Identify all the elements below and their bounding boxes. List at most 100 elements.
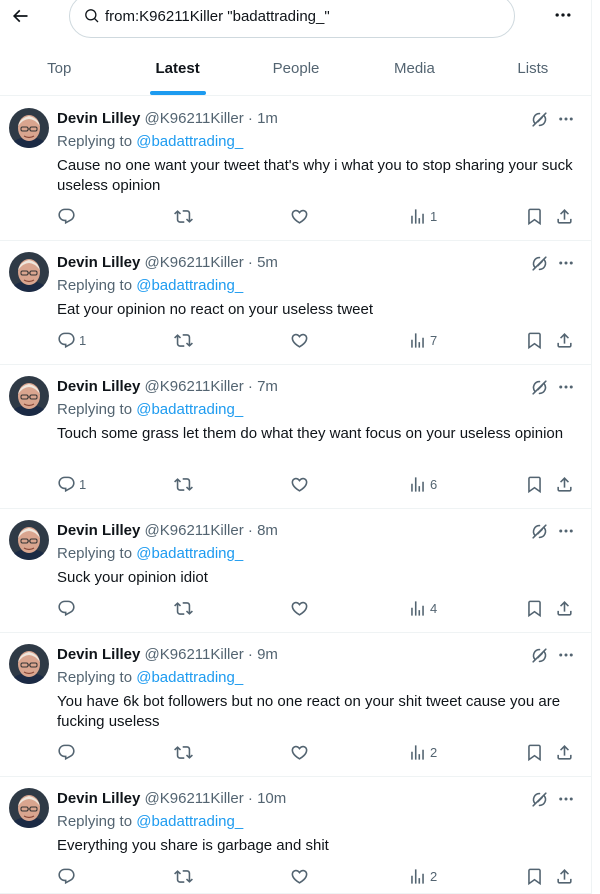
display-name[interactable]: Devin Lilley <box>57 646 140 663</box>
like-button[interactable] <box>290 330 312 350</box>
retweet-button[interactable] <box>174 474 196 494</box>
share-button[interactable] <box>555 206 574 226</box>
tweet-header: Devin Lilley @K96211Killer · 8m <box>57 521 278 541</box>
like-button[interactable] <box>290 206 312 226</box>
grok-button[interactable] <box>529 253 549 273</box>
tab-lists[interactable]: Lists <box>474 40 592 95</box>
grok-button[interactable] <box>529 789 549 809</box>
tweet[interactable]: Devin Lilley @K96211Killer · 5m Replying… <box>0 241 592 365</box>
tab-top[interactable]: Top <box>0 40 118 95</box>
views-button[interactable]: 2 <box>408 742 437 762</box>
display-name[interactable]: Devin Lilley <box>57 254 140 271</box>
user-handle[interactable]: @K96211Killer <box>145 378 244 395</box>
tweet[interactable]: Devin Lilley @K96211Killer · 8m Replying… <box>0 509 592 633</box>
views-button[interactable]: 4 <box>408 598 437 618</box>
avatar[interactable] <box>9 788 49 828</box>
user-handle[interactable]: @K96211Killer <box>145 646 244 663</box>
timestamp[interactable]: 5m <box>257 254 278 271</box>
tweet[interactable]: Devin Lilley @K96211Killer · 9m Replying… <box>0 633 592 777</box>
grok-button[interactable] <box>529 521 549 541</box>
grok-button[interactable] <box>529 377 549 397</box>
avatar[interactable] <box>9 520 49 560</box>
bookmark-button[interactable] <box>525 330 544 350</box>
grok-button[interactable] <box>529 109 549 129</box>
mention-link[interactable]: @badattrading_ <box>136 813 243 830</box>
retweet-button[interactable] <box>174 330 196 350</box>
tweet-more-button[interactable] <box>555 645 577 665</box>
avatar[interactable] <box>9 376 49 416</box>
tweet-text: Touch some grass let them do what they w… <box>57 425 564 442</box>
like-button[interactable] <box>290 474 312 494</box>
timestamp[interactable]: 10m <box>257 790 286 807</box>
share-button[interactable] <box>555 330 574 350</box>
reply-button[interactable]: 1 <box>57 330 86 350</box>
share-button[interactable] <box>555 742 574 762</box>
user-handle[interactable]: @K96211Killer <box>145 790 244 807</box>
like-button[interactable] <box>290 866 312 886</box>
reply-button[interactable] <box>57 206 79 226</box>
avatar[interactable] <box>9 644 49 684</box>
tweet-more-button[interactable] <box>555 377 577 397</box>
avatar[interactable] <box>9 108 49 148</box>
views-button[interactable]: 6 <box>408 474 437 494</box>
mention-link[interactable]: @badattrading_ <box>136 401 243 418</box>
retweet-button[interactable] <box>174 598 196 618</box>
search-input[interactable] <box>105 7 485 25</box>
back-button[interactable] <box>6 2 34 30</box>
timestamp[interactable]: 7m <box>257 378 278 395</box>
bookmark-button[interactable] <box>525 866 544 886</box>
tweet-more-button[interactable] <box>555 109 577 129</box>
reply-button[interactable] <box>57 866 79 886</box>
tweet[interactable]: Devin Lilley @K96211Killer · 7m Replying… <box>0 365 592 509</box>
display-name[interactable]: Devin Lilley <box>57 110 140 127</box>
timestamp[interactable]: 1m <box>257 110 278 127</box>
reply-button[interactable] <box>57 742 79 762</box>
mention-link[interactable]: @badattrading_ <box>136 669 243 686</box>
tweet-more-button[interactable] <box>555 521 577 541</box>
user-handle[interactable]: @K96211Killer <box>145 254 244 271</box>
display-name[interactable]: Devin Lilley <box>57 378 140 395</box>
more-options-button[interactable] <box>548 0 578 30</box>
share-button[interactable] <box>555 598 574 618</box>
grok-button[interactable] <box>529 645 549 665</box>
reply-button[interactable] <box>57 598 79 618</box>
mention-link[interactable]: @badattrading_ <box>136 133 243 150</box>
retweet-button[interactable] <box>174 742 196 762</box>
more-horizontal-icon <box>559 117 573 121</box>
bookmark-button[interactable] <box>525 206 544 226</box>
share-button[interactable] <box>555 866 574 886</box>
like-button[interactable] <box>290 598 312 618</box>
bookmark-button[interactable] <box>525 598 544 618</box>
tab-media[interactable]: Media <box>355 40 473 95</box>
display-name[interactable]: Devin Lilley <box>57 522 140 539</box>
avatar[interactable] <box>9 252 49 292</box>
views-button[interactable]: 7 <box>408 330 437 350</box>
like-button[interactable] <box>290 742 312 762</box>
retweet-button[interactable] <box>174 866 196 886</box>
user-handle[interactable]: @K96211Killer <box>145 110 244 127</box>
timestamp[interactable]: 8m <box>257 522 278 539</box>
bookmark-button[interactable] <box>525 742 544 762</box>
replying-to: Replying to @badattrading_ <box>57 400 243 420</box>
user-handle[interactable]: @K96211Killer <box>145 522 244 539</box>
views-count: 4 <box>430 600 438 616</box>
tweet-more-button[interactable] <box>555 253 577 273</box>
display-name[interactable]: Devin Lilley <box>57 790 140 807</box>
views-button[interactable]: 1 <box>408 206 437 226</box>
bookmark-button[interactable] <box>525 474 544 494</box>
tweet[interactable]: Devin Lilley @K96211Killer · 10m Replyin… <box>0 777 592 894</box>
tab-latest[interactable]: Latest <box>118 40 236 95</box>
timestamp[interactable]: 9m <box>257 646 278 663</box>
tab-people[interactable]: People <box>237 40 355 95</box>
mention-link[interactable]: @badattrading_ <box>136 277 243 294</box>
share-button[interactable] <box>555 474 574 494</box>
tweet-more-button[interactable] <box>555 789 577 809</box>
tweet[interactable]: Devin Lilley @K96211Killer · 1m Replying… <box>0 97 592 241</box>
reply-button[interactable]: 1 <box>57 474 86 494</box>
search-bar[interactable] <box>69 0 515 38</box>
views-button[interactable]: 2 <box>408 866 437 886</box>
reply-icon <box>58 744 75 760</box>
retweet-button[interactable] <box>174 206 196 226</box>
mention-link[interactable]: @badattrading_ <box>136 545 243 562</box>
top-bar <box>0 0 592 40</box>
